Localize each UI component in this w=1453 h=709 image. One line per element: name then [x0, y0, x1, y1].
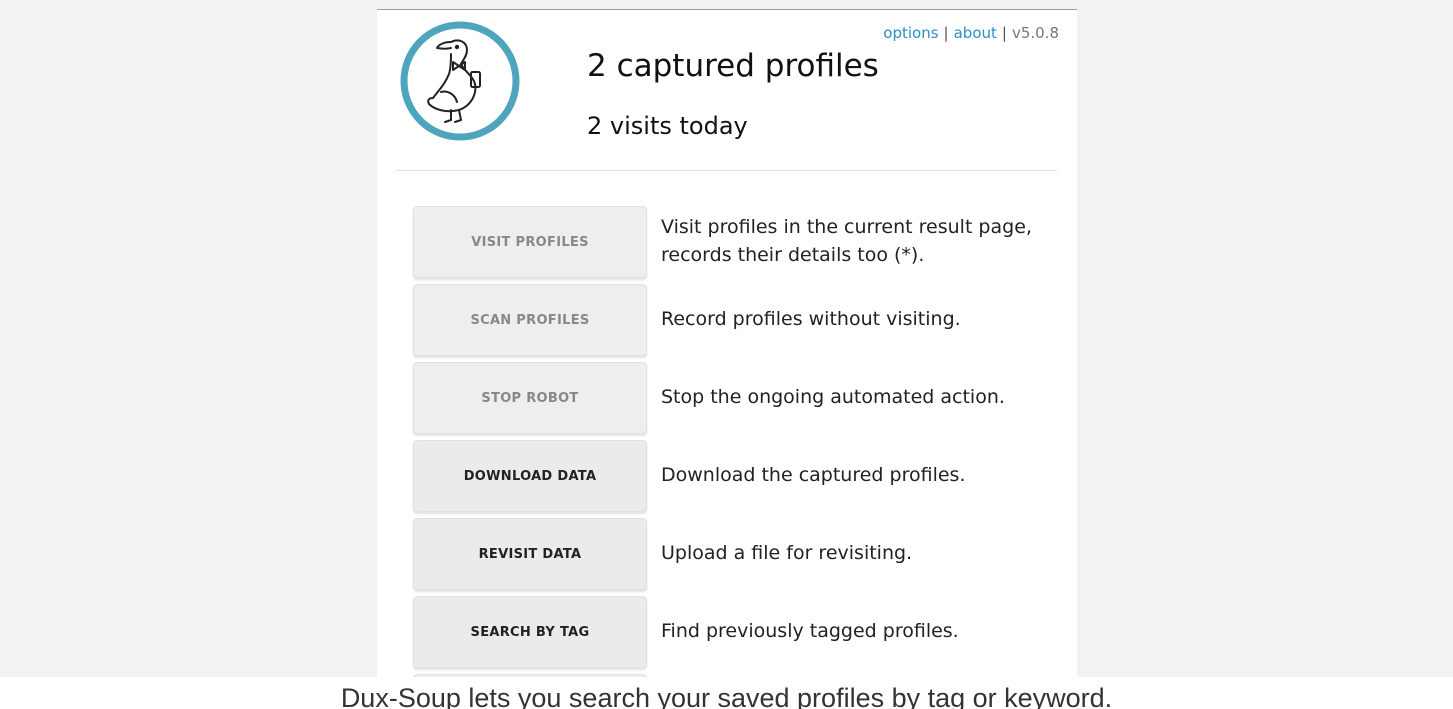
revisit-data-button[interactable]: REVISIT DATA — [413, 518, 647, 590]
action-row-search-by-tag: SEARCH BY TAG Find previously tagged pro… — [413, 596, 1053, 674]
visit-profiles-button[interactable]: VISIT PROFILES — [413, 206, 647, 278]
header-divider — [397, 170, 1057, 171]
extension-popup: options | about | v5.0.8 2 captured profiles… — [377, 9, 1077, 696]
download-data-description: Download the captured profiles. — [661, 464, 966, 486]
visit-profiles-description: Visit profiles in the current result pag… — [661, 216, 1032, 266]
download-data-button[interactable]: DOWNLOAD DATA — [413, 440, 647, 512]
action-row-stop-robot: STOP ROBOT Stop the ongoing automated ac… — [413, 362, 1053, 440]
action-row-download-data: DOWNLOAD DATA Download the captured prof… — [413, 440, 1053, 518]
revisit-data-description: Upload a file for revisiting. — [661, 542, 913, 564]
visits-today-subtitle: 2 visits today — [587, 112, 748, 140]
action-row-visit-profiles: VISIT PROFILES Visit profiles in the cur… — [413, 206, 1053, 284]
link-separator: | — [943, 24, 949, 42]
options-link[interactable]: options — [883, 24, 938, 42]
action-list: VISIT PROFILES Visit profiles in the cur… — [413, 206, 1053, 696]
header-links: options | about | v5.0.8 — [883, 24, 1059, 42]
search-by-tag-button[interactable]: SEARCH BY TAG — [413, 596, 647, 668]
duck-logo-icon — [399, 20, 521, 142]
action-row-scan-profiles: SCAN PROFILES Record profiles without vi… — [413, 284, 1053, 362]
stop-robot-description: Stop the ongoing automated action. — [661, 386, 1005, 408]
captured-profiles-title: 2 captured profiles — [587, 48, 879, 84]
action-row-revisit-data: REVISIT DATA Upload a file for revisitin… — [413, 518, 1053, 596]
link-separator: | — [1001, 24, 1007, 42]
stop-robot-button[interactable]: STOP ROBOT — [413, 362, 647, 434]
scan-profiles-description: Record profiles without visiting. — [661, 308, 961, 330]
search-by-tag-description: Find previously tagged profiles. — [661, 620, 959, 642]
about-link[interactable]: about — [954, 24, 997, 42]
top-gap — [377, 0, 1077, 9]
version-label: v5.0.8 — [1011, 24, 1059, 42]
figure-caption: Dux-Soup lets you search your saved prof… — [0, 677, 1453, 709]
scan-profiles-button[interactable]: SCAN PROFILES — [413, 284, 647, 356]
